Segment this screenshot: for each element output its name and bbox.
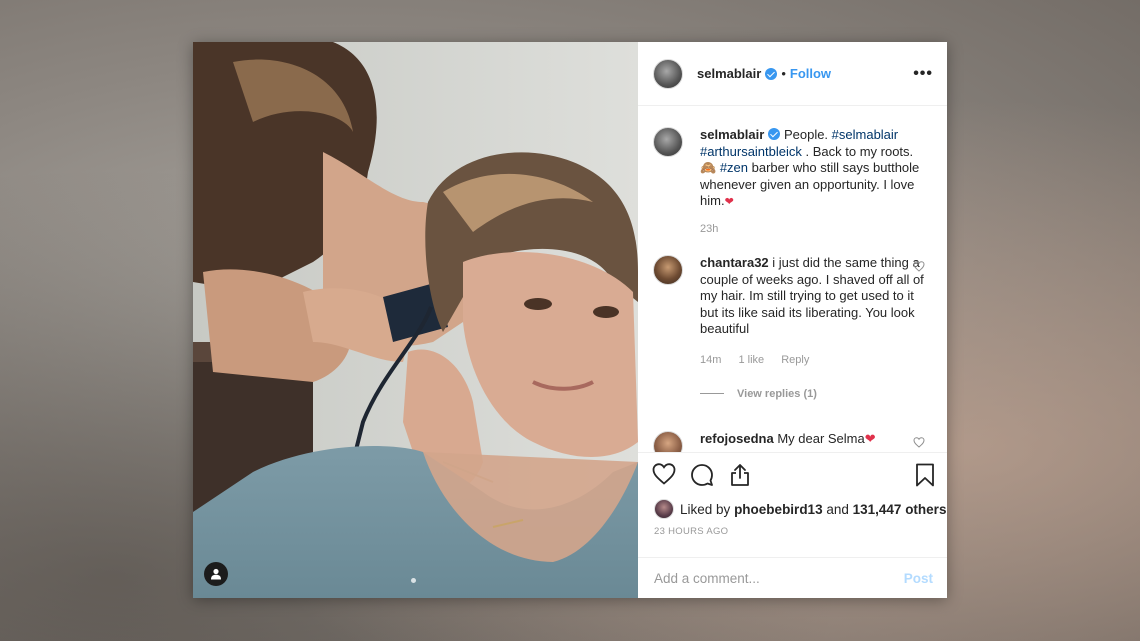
header-separator: •	[781, 66, 786, 81]
comment-body: My dear Selma	[777, 431, 865, 446]
commenter-username[interactable]: chantara32	[700, 255, 769, 270]
author-avatar[interactable]	[653, 58, 683, 89]
heart-icon[interactable]	[652, 463, 676, 485]
action-icons	[652, 463, 752, 487]
view-replies-label: View replies (1)	[737, 387, 817, 400]
post-header: selmablair • Follow •••	[638, 42, 947, 106]
post-photo[interactable]	[193, 42, 638, 598]
verified-badge-icon	[765, 67, 778, 80]
liked-by-prefix: Liked by	[680, 501, 731, 517]
caption-text-1: People.	[783, 127, 832, 142]
commenter-avatar[interactable]	[653, 255, 683, 285]
caption-username[interactable]: selmablair	[700, 127, 764, 142]
liked-by: Liked by phoebebird13 and 131,447 others	[654, 499, 946, 519]
caption-time[interactable]: 23h	[700, 223, 718, 235]
view-replies-button[interactable]: View replies (1)	[700, 388, 943, 400]
caption-text-2: . Back to my roots.	[801, 143, 914, 159]
more-options-icon[interactable]: •••	[913, 65, 933, 83]
bookmark-icon[interactable]	[915, 463, 935, 487]
reply-button[interactable]: Reply	[781, 354, 809, 366]
hashtag-zen[interactable]: #zen	[720, 160, 748, 175]
comment-likes[interactable]: 1 like	[738, 354, 764, 366]
commenter-avatar[interactable]	[653, 431, 683, 452]
caption-text: selmablair People. #selmablair #arthursa…	[700, 127, 925, 211]
user-icon	[211, 568, 221, 580]
comment-icon[interactable]	[690, 463, 714, 487]
photo-illustration	[193, 42, 638, 598]
heart-emoji-icon: ❤	[864, 431, 876, 446]
verified-badge-icon	[768, 128, 781, 140]
hashtag-arthursaintbleick[interactable]: #arthursaintbleick	[700, 144, 802, 159]
carousel-indicator	[411, 578, 416, 583]
caption-meta: 23h	[700, 223, 943, 235]
add-comment-bar: Post	[638, 557, 947, 599]
liked-by-others[interactable]: 131,447 others	[853, 502, 947, 517]
comment-text: chantara32 i just did the same thing a c…	[700, 255, 925, 338]
comment-like-heart-icon[interactable]	[913, 437, 925, 448]
caption-avatar[interactable]	[653, 127, 683, 157]
author-username[interactable]: selmablair	[697, 66, 761, 81]
post-sidebar: selmablair • Follow ••• selmablair Peopl…	[638, 42, 947, 598]
follow-button[interactable]: Follow	[790, 66, 831, 81]
comment-like-heart-icon[interactable]	[913, 261, 925, 272]
comment-item: chantara32 i just did the same thing a c…	[653, 255, 943, 400]
comment-text: refojosedna My dear Selma❤	[700, 431, 925, 448]
comment-item: refojosedna My dear Selma❤	[653, 431, 943, 452]
heart-emoji-icon: ❤	[724, 196, 734, 208]
post-actions: Liked by phoebebird13 and 131,447 others…	[638, 452, 947, 598]
hashtag-selmablair[interactable]: #selmablair	[832, 127, 898, 142]
commenter-username[interactable]: refojosedna	[700, 431, 774, 446]
comment-time[interactable]: 14m	[700, 354, 721, 366]
tagged-people-button[interactable]	[204, 562, 228, 586]
liker-avatar[interactable]	[654, 499, 674, 519]
liked-by-user[interactable]: phoebebird13	[734, 502, 823, 517]
comment-input[interactable]	[654, 571, 904, 586]
post-comment-button[interactable]: Post	[904, 571, 933, 586]
comment-meta: 14m 1 like Reply	[700, 354, 943, 366]
post-timestamp[interactable]: 23 HOURS AGO	[654, 526, 728, 537]
replies-divider	[700, 393, 724, 394]
comments-section[interactable]: selmablair People. #selmablair #arthursa…	[638, 107, 947, 452]
monkey-emoji-icon: 🙈	[700, 160, 717, 175]
caption: selmablair People. #selmablair #arthursa…	[653, 127, 943, 235]
liked-by-middle: and	[826, 501, 849, 517]
instagram-post-card: selmablair • Follow ••• selmablair Peopl…	[193, 42, 947, 598]
share-icon[interactable]	[728, 463, 752, 487]
